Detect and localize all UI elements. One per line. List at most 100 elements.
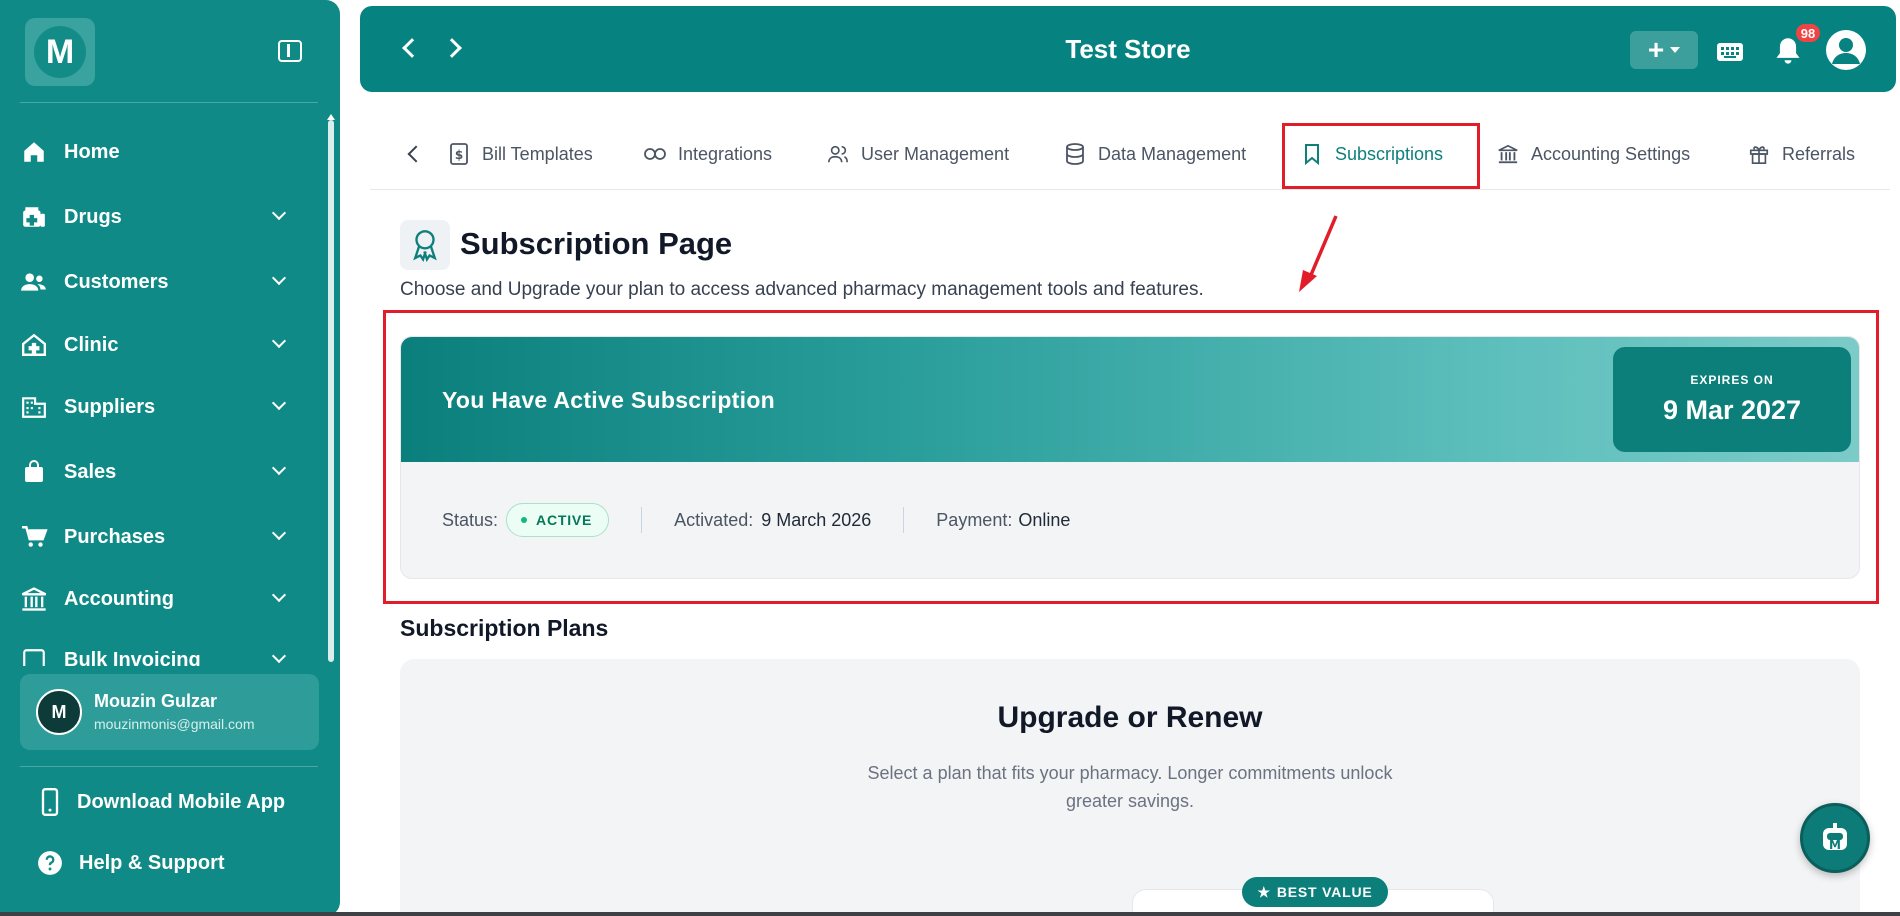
logo-letter: M [34,26,86,78]
tab-data-management[interactable]: Data Management [1064,134,1246,174]
svg-text:$: $ [455,148,463,162]
subscription-plans-title: Subscription Plans [400,615,609,641]
notification-count-badge: 98 [1794,22,1822,44]
chevron-down-icon [271,525,287,541]
sidebar-scrollbar[interactable] [328,120,334,662]
settings-tabs: $ Bill Templates Integrations User Manag… [370,120,1890,190]
sidebar-item-label: Home [64,140,120,163]
window-bottom-edge [0,912,1900,916]
divider [641,507,643,533]
sidebar-item-customers[interactable]: Customers [0,257,320,307]
cart-icon [20,523,48,551]
subscriptions-tab-highlight [1282,123,1480,189]
sidebar-item-clinic[interactable]: Clinic [0,320,320,370]
status-badge: ACTIVE [506,503,610,537]
shopping-bag-icon [20,458,48,486]
svg-text:M: M [1829,838,1841,852]
tab-label: Referrals [1782,143,1856,164]
sidebar-collapse-icon[interactable] [278,40,302,62]
tab-label: User Management [861,143,1010,164]
tab-label: Accounting Settings [1531,143,1691,164]
payment-value: Online [1018,509,1071,530]
sidebar-item-label: Accounting [64,587,174,610]
subscription-details: Status: ACTIVE Activated: 9 March 2026 P… [442,502,1070,538]
upgrade-heading: Upgrade or Renew [997,701,1263,734]
robot-icon: M [1823,823,1847,852]
database-icon [1064,143,1086,165]
medicine-icon [20,203,48,231]
award-ribbon-icon [400,220,450,270]
sidebar-item-label: Bulk Invoicing [64,648,201,667]
sidebar-divider [20,102,318,103]
sidebar-item-home[interactable]: Home [0,127,320,177]
activated-label: Activated: [674,509,754,530]
sidebar-item-label: Customers [64,270,169,293]
users-icon [827,143,849,165]
sidebar-item-sales[interactable]: Sales [0,447,320,497]
tab-bill-templates[interactable]: $ Bill Templates [448,134,593,174]
sidebar-item-bulk-invoicing[interactable]: Bulk Invoicing [0,635,320,666]
avatar: M [36,689,82,735]
expiry-box: EXPIRES ON 9 Mar 2027 [1613,347,1851,452]
page-title: Subscription Page [460,226,733,261]
invoice-icon [20,646,48,666]
payment-label: Payment: [936,509,1013,530]
bank-icon [20,585,48,613]
sidebar-item-label: Clinic [64,333,119,356]
tab-referrals[interactable]: Referrals [1748,134,1855,174]
user-profile-card[interactable]: M Mouzin Gulzar mouzinmonis@gmail.com [20,674,319,750]
chevron-down-icon [271,395,287,411]
sidebar-item-label: Suppliers [64,395,156,418]
sidebar-item-label: Sales [64,460,117,483]
active-subscription-card: You Have Active Subscription EXPIRES ON … [400,336,1860,579]
status-value: ACTIVE [536,512,593,528]
tab-integrations[interactable]: Integrations [644,134,772,174]
sidebar-item-accounting[interactable]: Accounting [0,574,320,624]
caret-down-icon [1670,47,1681,53]
help-support-link[interactable]: Help & Support [0,838,320,888]
expires-date: 9 Mar 2027 [1662,395,1802,425]
page-subtitle: Choose and Upgrade your plan to access a… [400,279,1204,300]
upgrade-description: Select a plan that fits your pharmacy. L… [867,763,1393,811]
sidebar-item-label: Purchases [64,525,166,548]
dollar-file-icon: $ [448,143,470,165]
sidebar-item-drugs[interactable]: Drugs [0,192,320,242]
chevron-down-icon [271,270,287,286]
sidebar-item-purchases[interactable]: Purchases [0,512,320,562]
chevron-down-icon [271,333,287,349]
clinic-icon [20,331,48,359]
status-dot-icon [521,517,528,523]
chat-assistant-button[interactable]: M [1800,803,1870,873]
bank-icon [1497,143,1519,165]
sidebar-divider [20,766,318,767]
chevron-down-icon [271,460,287,476]
app-logo[interactable]: M [25,18,95,86]
annotation-arrow-icon [1299,215,1338,292]
user-email: mouzinmonis@gmail.com [94,716,255,732]
keyboard-shortcuts-icon[interactable] [1717,43,1743,61]
sidebar-item-suppliers[interactable]: Suppliers [0,382,320,432]
subscription-banner-title: You Have Active Subscription [442,387,776,413]
activated-value: 9 March 2026 [761,509,872,530]
tab-label: Integrations [678,143,773,164]
tab-user-management[interactable]: User Management [827,134,1009,174]
plans-panel: Upgrade or Renew Select a plan that fits… [400,659,1860,916]
mobile-phone-icon [36,788,64,816]
tabs-scroll-left-icon[interactable] [407,145,425,163]
top-header: Test Store + 98 [360,6,1896,92]
user-name: Mouzin Gulzar [94,691,217,711]
plus-icon: + [1647,34,1665,65]
best-value-label: BEST VALUE [1276,884,1373,900]
star-icon: ★ [1257,883,1271,900]
chevron-down-icon [271,205,287,221]
status-label: Status: [442,509,499,530]
download-mobile-app-label: Download Mobile App [77,790,286,813]
tab-label: Bill Templates [482,143,593,164]
download-mobile-app-link[interactable]: Download Mobile App [0,777,320,827]
quick-add-button[interactable]: + [1630,31,1698,69]
tab-label: Data Management [1098,143,1247,164]
gift-icon [1748,143,1770,165]
user-account-icon[interactable] [1826,30,1866,70]
users-icon [20,268,48,296]
tab-accounting-settings[interactable]: Accounting Settings [1497,134,1690,174]
